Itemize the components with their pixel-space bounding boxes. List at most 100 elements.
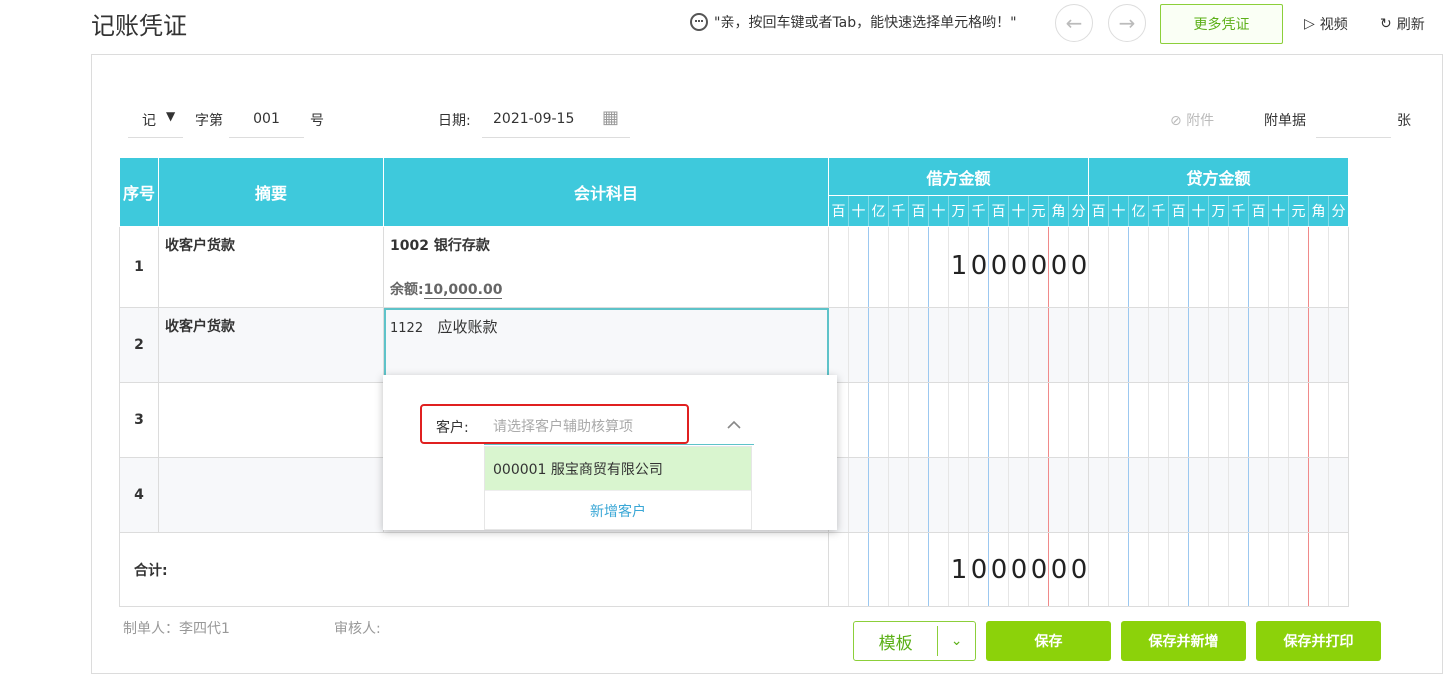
attach-count-input[interactable]	[1316, 108, 1391, 138]
digit-column	[1008, 458, 1028, 532]
input-underline	[484, 444, 754, 445]
digit-column	[1228, 227, 1248, 307]
date-value: 2021-09-15	[493, 111, 575, 127]
page-title: 记账凭证	[91, 12, 187, 40]
voucher-type-select[interactable]: 记 ▼	[128, 108, 183, 138]
debit-cell[interactable]: 1000000	[828, 226, 1089, 308]
digit-column	[1248, 458, 1268, 532]
digit-column	[1308, 227, 1328, 307]
arrow-right-icon: →	[1118, 11, 1136, 35]
amount-digit: 0	[1070, 555, 1088, 585]
digit-column	[1268, 458, 1288, 532]
hao-label: 号	[310, 113, 324, 129]
digit-header: 千	[888, 196, 908, 226]
digit-column	[829, 308, 848, 382]
digit-column	[1148, 533, 1168, 606]
digit-column	[1089, 383, 1108, 457]
credit-cell[interactable]	[1088, 382, 1349, 458]
next-voucher-button[interactable]: →	[1108, 4, 1146, 42]
add-customer-link[interactable]: 新增客户	[485, 490, 751, 530]
digit-column	[1089, 533, 1108, 606]
digit-column	[829, 533, 848, 606]
credit-cell[interactable]	[1088, 457, 1349, 533]
zi-di-label: 字第	[195, 113, 223, 129]
more-vouchers-button[interactable]: 更多凭证	[1160, 4, 1283, 44]
video-button[interactable]: ▷ 视频	[1304, 14, 1348, 34]
refresh-button[interactable]: ↻ 刷新	[1380, 14, 1425, 34]
chevron-up-icon[interactable]	[727, 418, 741, 432]
digit-column	[1248, 533, 1268, 606]
keyboard-icon	[690, 13, 708, 31]
digit-header: 百	[1168, 196, 1188, 226]
digit-column	[1328, 227, 1348, 307]
digit-header: 万	[1208, 196, 1228, 226]
digit-column	[1008, 383, 1028, 457]
save-and-print-button[interactable]: 保存并打印	[1256, 621, 1381, 661]
digit-column	[968, 308, 988, 382]
digit-column	[1128, 227, 1148, 307]
account-cell[interactable]: 1002 银行存款 余额:10,000.00	[383, 226, 829, 308]
digit-column	[1148, 458, 1168, 532]
arrow-left-icon: ←	[1065, 11, 1083, 35]
balance-label: 余额:	[390, 282, 424, 298]
credit-cell[interactable]	[1088, 307, 1349, 383]
prev-voucher-button[interactable]: ←	[1055, 4, 1093, 42]
digit-column	[1308, 533, 1328, 606]
amount-digit: 0	[1050, 251, 1068, 281]
digit-column	[829, 227, 848, 307]
tip-text: "亲，按回车键或者Tab，能快速选择单元格哟！"	[714, 15, 1017, 31]
amount-digit: 0	[1010, 251, 1028, 281]
date-input[interactable]: 2021-09-15 ▦	[482, 107, 630, 138]
digit-column	[1228, 533, 1248, 606]
summary-cell[interactable]: 收客户货款	[158, 307, 384, 383]
digit-header: 十	[1008, 196, 1028, 226]
debit-cell[interactable]	[828, 457, 1089, 533]
row-seq: 1	[119, 226, 159, 308]
digit-column	[1108, 227, 1128, 307]
row-seq: 4	[119, 457, 159, 533]
digit-header: 十	[1108, 196, 1128, 226]
customer-label: 客户:	[436, 420, 469, 436]
digit-column	[1028, 383, 1048, 457]
digit-column	[1248, 227, 1268, 307]
customer-input[interactable]: 请选择客户辅助核算项	[493, 416, 633, 436]
summary-cell[interactable]	[158, 457, 384, 533]
digit-column	[928, 383, 948, 457]
digit-column	[1168, 458, 1188, 532]
debit-cell[interactable]	[828, 382, 1089, 458]
amount-digit: 0	[970, 555, 988, 585]
total-debit-cell: 1000000	[828, 532, 1089, 607]
amount-digit: 0	[1050, 555, 1068, 585]
digit-header: 千	[968, 196, 988, 226]
digit-column	[1308, 458, 1328, 532]
caret-down-icon: ▼	[166, 109, 176, 123]
digit-column	[888, 458, 908, 532]
template-button[interactable]: 模板 ⌄	[853, 621, 976, 661]
table-row[interactable]: 2 收客户货款 1122 应收账款	[119, 307, 1349, 383]
account-cell-active[interactable]: 1122 应收账款	[383, 307, 829, 383]
debit-amount: 1000000	[949, 251, 1089, 281]
debit-cell[interactable]	[828, 307, 1089, 383]
summary-cell[interactable]	[158, 382, 384, 458]
digit-column	[1328, 383, 1348, 457]
digit-column	[1108, 533, 1128, 606]
save-button[interactable]: 保存	[986, 621, 1111, 661]
refresh-icon: ↻	[1380, 16, 1392, 32]
summary-cell[interactable]: 收客户货款	[158, 226, 384, 308]
customer-option[interactable]: 000001 服宝商贸有限公司	[485, 447, 751, 490]
digit-column	[988, 383, 1008, 457]
digit-column	[1188, 227, 1208, 307]
digit-column	[1308, 383, 1328, 457]
chevron-down-icon[interactable]: ⌄	[938, 633, 975, 649]
digit-column	[1028, 308, 1048, 382]
digit-header: 分	[1328, 196, 1348, 226]
voucher-number-input[interactable]: 001	[229, 108, 304, 138]
table-row[interactable]: 1 收客户货款 1002 银行存款 余额:10,000.00 1000000	[119, 226, 1349, 308]
save-and-new-button[interactable]: 保存并新增	[1121, 621, 1246, 661]
col-debit: 借方金额	[828, 157, 1089, 196]
customer-list: 000001 服宝商贸有限公司 新增客户	[484, 446, 752, 530]
reviewer-label: 审核人:	[334, 621, 381, 637]
calendar-icon[interactable]: ▦	[602, 107, 619, 128]
attachment-button[interactable]: ⊘ 附件	[1170, 110, 1214, 130]
credit-cell[interactable]	[1088, 226, 1349, 308]
